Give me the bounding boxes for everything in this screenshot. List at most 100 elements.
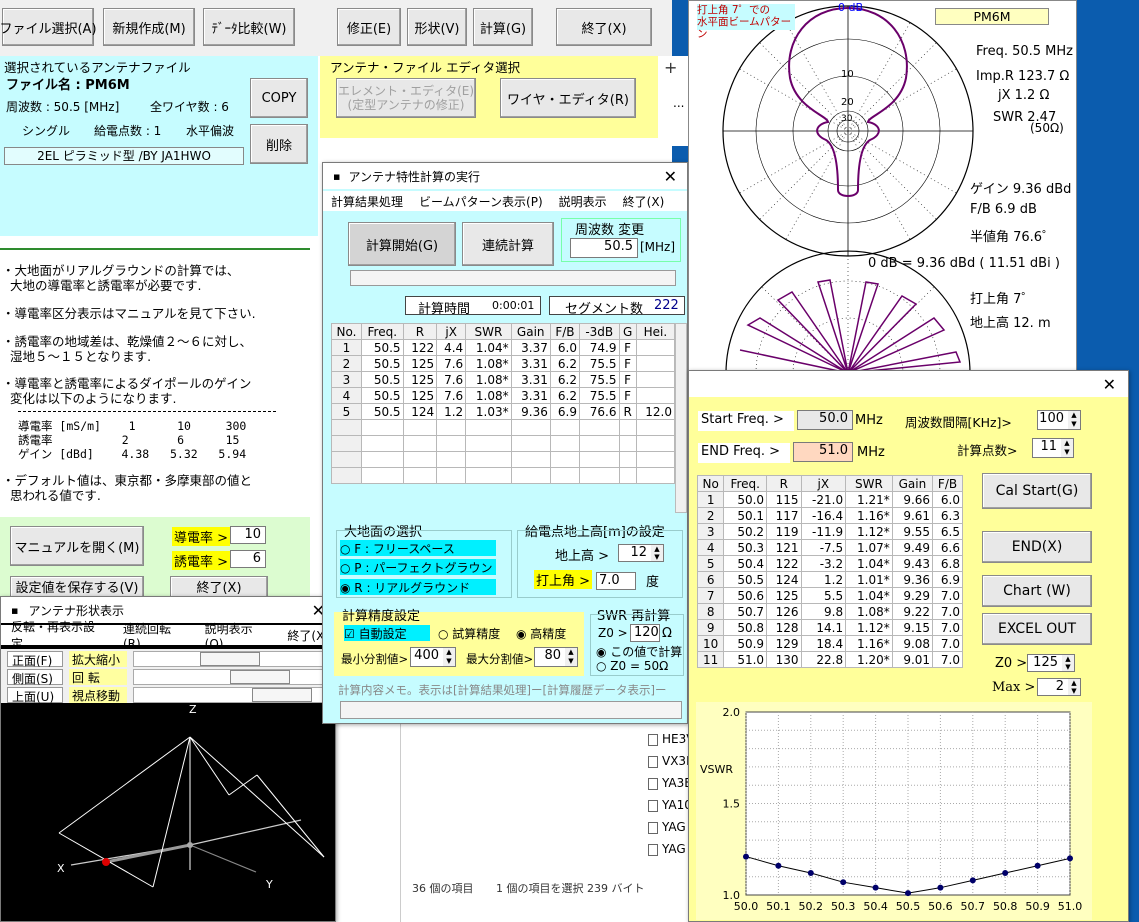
freq-change-input[interactable]: 50.5 xyxy=(570,238,638,258)
new-create-button[interactable]: 新規作成(M) xyxy=(103,8,195,46)
table-cell: 115 xyxy=(766,491,802,508)
table-row[interactable]: 3 50.5 125 7.6 1.08* 3.31 6.2 75.5 F xyxy=(331,371,676,388)
more-icon[interactable]: ... xyxy=(673,96,684,110)
min-div-spinner[interactable]: ▲ ▼ xyxy=(443,648,455,666)
close-icon[interactable]: ✕ xyxy=(664,167,677,186)
trial-precision-radio[interactable]: ○ 試算精度 xyxy=(438,625,500,642)
calc-start-button[interactable]: 計算開始(G) xyxy=(348,222,456,266)
menu-results[interactable]: 計算結果処理 xyxy=(331,193,403,210)
table-header: F/B xyxy=(549,323,580,340)
trial-precision-label: 試算精度 xyxy=(452,627,501,641)
start-freq-input[interactable]: 50.0 xyxy=(797,410,853,430)
sweep-z0-spinner[interactable]: ▲ ▼ xyxy=(1062,655,1074,671)
file-select-button[interactable]: ファイル選択(A) xyxy=(0,8,97,46)
menu-exit[interactable]: 終了(X) xyxy=(623,193,665,210)
cal-start-button[interactable]: Cal Start(G) xyxy=(982,473,1092,509)
excel-out-button[interactable]: EXCEL OUT xyxy=(982,613,1092,645)
table-row[interactable]: 5 50.5 124 1.2 1.03* 9.36 6.9 76.6 R 12.0 xyxy=(331,403,676,420)
ground-option-free[interactable]: ○ F : フリースペース xyxy=(340,540,496,556)
wire-editor-button[interactable]: ワイヤ・エディタ(R) xyxy=(500,78,636,118)
table-row[interactable] xyxy=(331,435,676,452)
menu-flip[interactable]: 反転・再表示設定 xyxy=(11,618,107,652)
calc-table-scrollbar[interactable] xyxy=(675,323,687,513)
explorer-file-item[interactable]: YAG xyxy=(648,842,686,856)
calc-results-table[interactable]: No. Freq. RjX SWR Gain F/B -3dB G Hei. 1 50.5 122 4.… xyxy=(331,323,676,484)
memo-input[interactable] xyxy=(340,701,682,719)
table-row[interactable]: 1 50.0 115 -21.0 1.21* 9.66 6.0 xyxy=(696,491,963,508)
table-row[interactable]: 4 50.3 121 -7.5 1.07* 9.49 6.6 xyxy=(696,539,963,556)
table-row[interactable] xyxy=(331,419,676,436)
menu-rotate[interactable]: 連続回転(R) xyxy=(123,620,189,651)
max-spinner[interactable]: ▲ ▼ xyxy=(1068,679,1080,695)
table-row[interactable]: 8 50.7 126 9.8 1.08* 9.22 7.0 xyxy=(696,603,963,620)
sweep-results-table[interactable]: No Freq. RjX SWR Gain F/B 1 50.0 115 -21.0 1.21* 9.… xyxy=(696,475,963,668)
precision-title: 計算精度設定 xyxy=(342,609,421,624)
table-row[interactable]: 9 50.8 128 14.1 1.12* 9.15 7.0 xyxy=(696,619,963,636)
auto-setting-checkbox[interactable]: ☑ 自動設定 xyxy=(344,625,430,641)
calc-this-radio[interactable]: ◉ この値で計算 xyxy=(596,643,682,660)
delete-button[interactable]: 削除 xyxy=(250,124,308,164)
ground-option-real[interactable]: ◉ R : リアルグラウンド xyxy=(340,579,496,595)
explorer-file-item[interactable]: YA10 xyxy=(648,798,692,812)
explorer-selected: 1 個の項目を選択 239 バイト xyxy=(496,882,645,895)
table-row[interactable]: 10 50.9 129 18.4 1.16* 9.08 7.0 xyxy=(696,635,963,652)
close-icon[interactable]: ✕ xyxy=(1103,375,1116,394)
antenna-shape-view[interactable]: Z X Y xyxy=(1,705,335,921)
end-button[interactable]: END(X) xyxy=(982,531,1092,563)
view-top-mode[interactable]: 視点移動 xyxy=(69,687,127,703)
table-row[interactable]: 11 51.0 130 22.8 1.20* 9.01 7.0 xyxy=(696,651,963,668)
conductivity-input[interactable]: 10 xyxy=(230,526,266,544)
view-side-mode[interactable]: 回 転 xyxy=(69,669,127,685)
new-tab-icon[interactable]: + xyxy=(664,58,677,77)
ground-option-perfect[interactable]: ○ P : パーフェクトグラウンド xyxy=(340,559,496,592)
elev-input[interactable]: 7.0 xyxy=(596,572,636,590)
table-row[interactable] xyxy=(331,451,676,468)
permittivity-input[interactable]: 6 xyxy=(230,550,266,568)
chart-button[interactable]: Chart (W) xyxy=(982,575,1092,607)
table-row[interactable]: 1 50.5 122 4.4 1.04* 3.37 6.0 74.9 F xyxy=(331,339,676,356)
max-div-spinner[interactable]: ▲ ▼ xyxy=(565,648,577,666)
high-precision-radio[interactable]: ◉ 高精度 xyxy=(516,625,566,642)
modify-button[interactable]: 修正(E) xyxy=(337,8,401,46)
view-front-mode[interactable]: 拡大縮小 xyxy=(69,651,127,667)
table-row[interactable]: 2 50.5 125 7.6 1.08* 3.31 6.2 75.5 F xyxy=(331,355,676,372)
explorer-file-item[interactable]: YA3E xyxy=(648,776,692,790)
table-row[interactable]: 4 50.5 125 7.6 1.08* 3.31 6.2 75.5 F xyxy=(331,387,676,404)
exit-button[interactable]: 終了(X) xyxy=(556,8,652,46)
menu-help[interactable]: 説明表示 xyxy=(559,193,607,210)
height-spinner[interactable]: ▲ ▼ xyxy=(651,545,663,561)
table-row[interactable]: 2 50.1 117 -16.4 1.16* 9.61 6.3 xyxy=(696,507,963,524)
table-row[interactable]: 5 50.4 122 -3.2 1.04* 9.43 6.8 xyxy=(696,555,963,572)
front-scrollbar[interactable] xyxy=(133,651,333,667)
points-spinner[interactable]: ▲ ▼ xyxy=(1061,439,1073,457)
table-row[interactable]: 3 50.2 119 -11.9 1.12* 9.55 6.5 xyxy=(696,523,963,540)
table-cell: 1.21* xyxy=(845,491,893,508)
calc-button[interactable]: 計算(G) xyxy=(473,8,533,46)
data-compare-button[interactable]: ﾃﾞｰﾀ比較(W) xyxy=(203,8,295,46)
copy-button[interactable]: COPY xyxy=(250,78,308,118)
continuous-calc-button[interactable]: 連続計算 xyxy=(462,222,554,266)
top-scrollbar[interactable] xyxy=(133,687,333,703)
shape-button[interactable]: 形状(V) xyxy=(407,8,467,46)
table-cell: 7.0 xyxy=(932,603,963,620)
side-scrollbar[interactable] xyxy=(133,669,333,685)
view-top-label[interactable]: 上面(U) xyxy=(7,687,63,704)
table-cell: 9.08 xyxy=(891,635,934,652)
element-editor-button[interactable]: エレメント・エディタ(E) (定型アンテナの修正) xyxy=(336,78,476,118)
menu-help[interactable]: 説明表示(Q) xyxy=(205,620,272,651)
view-side-label[interactable]: 側面(S) xyxy=(7,669,63,686)
open-manual-button[interactable]: マニュアルを開く(M) xyxy=(10,526,144,566)
table-cell: 7.0 xyxy=(932,651,963,668)
menu-beam[interactable]: ビームパターン表示(P) xyxy=(419,193,543,210)
view-front-label[interactable]: 正面(F) xyxy=(7,651,63,668)
step-spinner[interactable]: ▲ ▼ xyxy=(1068,411,1080,429)
table-row[interactable]: 6 50.5 124 1.2 1.01* 9.36 6.9 xyxy=(696,571,963,588)
z0-50-radio[interactable]: ○ Z0 = 50Ω xyxy=(596,659,668,673)
pattern-note-2: 水平面ビームパターン xyxy=(697,16,792,40)
table-row[interactable] xyxy=(331,467,676,484)
swr-z0-input[interactable]: 120 xyxy=(630,624,660,642)
end-freq-input[interactable]: 51.0 xyxy=(793,442,853,462)
table-row[interactable]: 7 50.6 125 5.5 1.04* 9.29 7.0 xyxy=(696,587,963,604)
explorer-file-item[interactable]: YAG xyxy=(648,820,686,834)
table-header: No xyxy=(696,475,725,492)
